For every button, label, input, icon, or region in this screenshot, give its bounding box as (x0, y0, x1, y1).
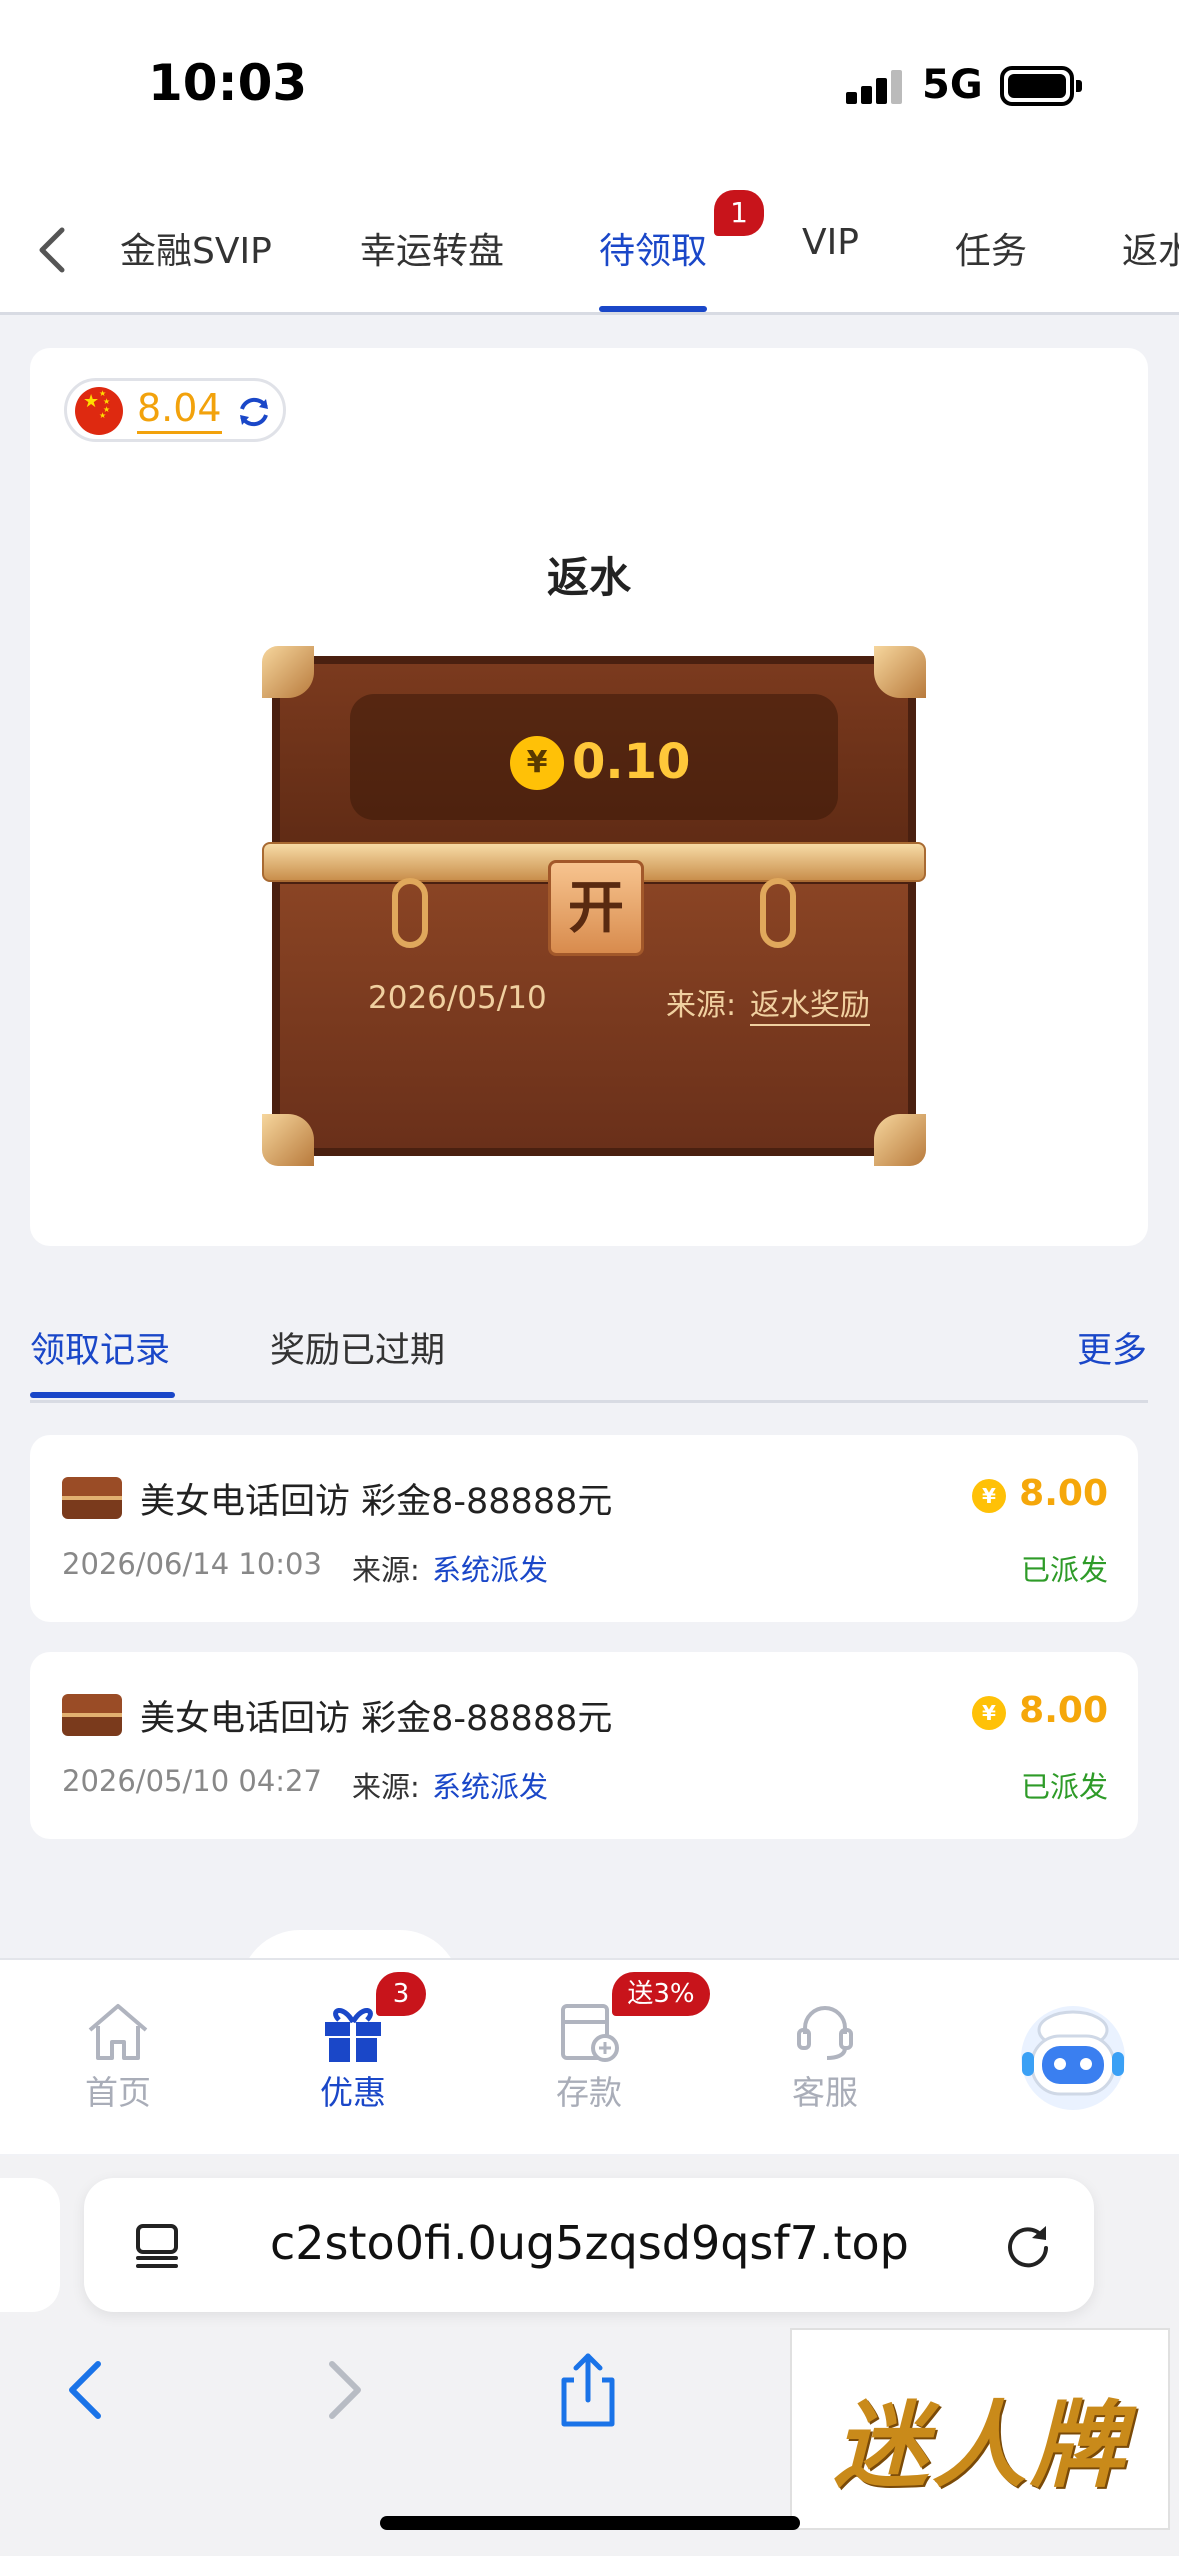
record-status: 已派发 (1020, 1553, 1108, 1587)
battery-icon (1000, 66, 1082, 106)
record-title: 美女电话回访 彩金8-88888元 (140, 1699, 613, 1739)
chest-date: 2026/05/10 (368, 980, 547, 1016)
chest-open-button[interactable]: 开 (548, 860, 644, 956)
cellular-signal-icon (846, 70, 902, 104)
back-chevron-icon[interactable] (28, 220, 78, 280)
robot-assistant-icon[interactable] (1008, 1990, 1138, 2120)
url-text[interactable]: c2sto0fi.0ug5zqsd9qsf7.top (270, 2216, 909, 2270)
network-type: 5G (922, 62, 983, 108)
record-time: 2026/06/14 10:03 (62, 1547, 322, 1581)
chest-source-label: 来源: (666, 988, 737, 1023)
china-flag-icon: ★ ★ ★ ★ ★ (75, 387, 123, 435)
record-source-label: 来源: (352, 1553, 420, 1587)
chest-corner (874, 1114, 926, 1166)
record-source-label: 来源: (352, 1770, 420, 1804)
tab-svip[interactable]: 金融SVIP (120, 222, 272, 274)
tab-claim-records[interactable]: 领取记录 (30, 1322, 170, 1373)
chest-icon (62, 1477, 122, 1519)
bottom-nav: 首页 优惠 3 存款 送3% 客服 (0, 1958, 1179, 2154)
nav-deposit-label: 存款 (556, 2073, 622, 2112)
yuan-coin-icon: ¥ (972, 1479, 1006, 1513)
tab-tasks[interactable]: 任务 (955, 222, 1027, 274)
page-menu-icon[interactable] (132, 2220, 182, 2270)
chest-corner (262, 646, 314, 698)
nav-promotions[interactable]: 优惠 (283, 2000, 423, 2114)
record-time: 2026/05/10 04:27 (62, 1764, 322, 1798)
nav-home-label: 首页 (85, 2073, 151, 2112)
chest-corner (874, 646, 926, 698)
tab-lucky-wheel[interactable]: 幸运转盘 (360, 222, 504, 274)
yuan-coin-icon: ¥ (510, 736, 564, 790)
home-indicator (380, 2516, 800, 2530)
reload-icon[interactable] (1002, 2220, 1054, 2272)
yuan-coin-icon: ¥ (972, 1696, 1006, 1730)
refresh-icon[interactable] (235, 393, 273, 431)
record-item[interactable]: 美女电话回访 彩金8-88888元 ¥ 8.00 2026/05/10 04:2… (30, 1652, 1138, 1839)
pending-count-badge: 1 (714, 190, 764, 236)
card-title: 返水 (546, 553, 631, 602)
record-amount: 8.00 (1019, 1473, 1108, 1514)
nav-support-label: 客服 (792, 2073, 858, 2112)
chest-icon (62, 1694, 122, 1736)
nav-deposit[interactable]: 存款 (519, 2000, 659, 2114)
promotions-badge: 3 (376, 1972, 426, 2016)
deposit-bonus-badge: 送3% (612, 1972, 710, 2016)
tab-vip[interactable]: VIP (802, 222, 859, 263)
records-divider (30, 1400, 1148, 1403)
brand-watermark-text: 迷人牌 (834, 2392, 1129, 2501)
chest-source-link[interactable]: 返水奖励 (750, 980, 870, 1026)
record-source-value: 系统派发 (432, 1770, 549, 1804)
nav-promotions-label: 优惠 (320, 2073, 386, 2112)
home-icon (88, 2004, 148, 2060)
record-status: 已派发 (1020, 1770, 1108, 1804)
browser-back-icon[interactable] (48, 2350, 128, 2430)
tab-pending[interactable]: 待领取 (599, 222, 707, 274)
chest-latch (760, 878, 796, 948)
share-icon[interactable] (548, 2350, 628, 2430)
record-title: 美女电话回访 彩金8-88888元 (140, 1482, 613, 1522)
records-tab-indicator (30, 1392, 175, 1398)
record-source-value: 系统派发 (432, 1553, 549, 1587)
chest-corner (262, 1114, 314, 1166)
record-item[interactable]: 美女电话回访 彩金8-88888元 ¥ 8.00 2026/06/14 10:0… (30, 1435, 1138, 1622)
nav-home[interactable]: 首页 (48, 2000, 188, 2114)
address-bar[interactable]: c2sto0fi.0ug5zqsd9qsf7.top (84, 2178, 1094, 2312)
chest-latch (392, 878, 428, 948)
status-time: 10:03 (148, 54, 308, 112)
record-amount: 8.00 (1019, 1690, 1108, 1731)
tab-rebate[interactable]: 返水 (1122, 222, 1179, 274)
balance-pill: ★ ★ ★ ★ ★ 8.04 (64, 378, 286, 442)
rebate-card: ★ ★ ★ ★ ★ 8.04 返水 ¥ 0.10 开 2026/05/10 来源… (30, 348, 1148, 1246)
status-bar: 10:03 5G (0, 0, 1179, 180)
balance-value: 8.04 (137, 385, 222, 434)
nav-support[interactable]: 客服 (755, 2000, 895, 2114)
active-tab-indicator (599, 306, 707, 312)
brand-watermark: 迷人牌 (790, 2328, 1170, 2530)
promo-tabs-bar: 金融SVIP 幸运转盘 待领取 1 VIP 任务 返水 (0, 180, 1179, 315)
tab-expired-rewards[interactable]: 奖励已过期 (270, 1322, 445, 1373)
previous-tab-edge[interactable] (0, 2178, 60, 2312)
chest-amount: 0.10 (572, 734, 691, 790)
more-link[interactable]: 更多 (1077, 1322, 1147, 1373)
browser-forward-icon[interactable] (302, 2350, 382, 2430)
treasure-chest[interactable]: ¥ 0.10 开 2026/05/10 来源: 返水奖励 (262, 646, 926, 1166)
headset-icon (797, 2006, 853, 2060)
